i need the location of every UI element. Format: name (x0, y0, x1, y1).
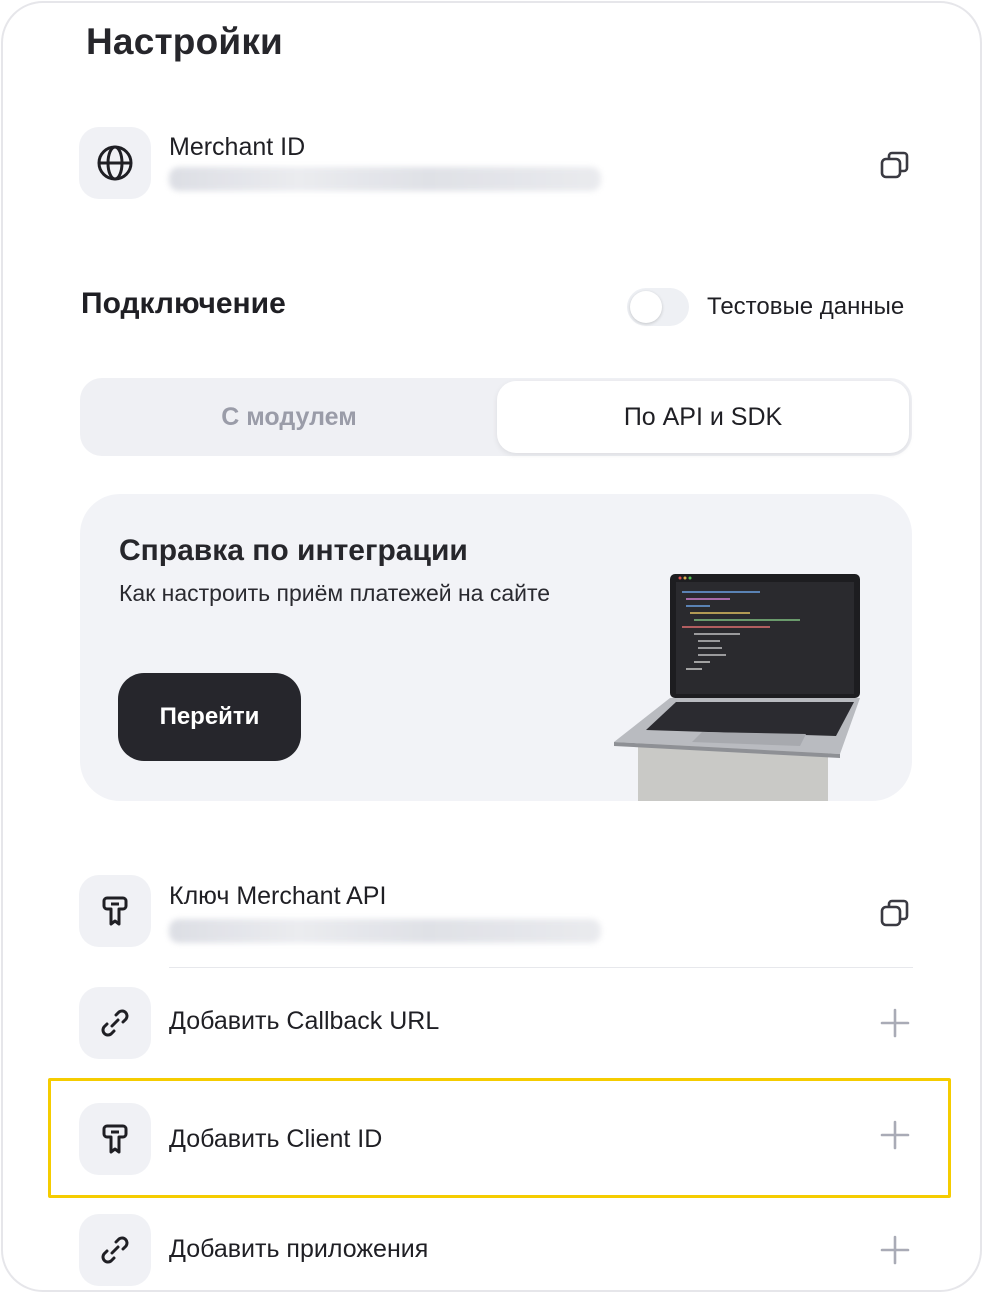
globe-icon (79, 127, 151, 199)
integration-help-card: Справка по интеграции Как настроить приё… (80, 494, 912, 801)
test-data-toggle[interactable] (627, 288, 689, 326)
divider (169, 967, 913, 968)
add-client-id-row[interactable]: Добавить Client ID (79, 1103, 913, 1175)
settings-panel: Настройки Merchant ID Подключение Тестов… (1, 1, 982, 1292)
add-callback-url-row[interactable]: Добавить Callback URL (79, 987, 913, 1059)
connection-tabs: С модулем По API и SDK (80, 378, 912, 456)
merchant-id-row: Merchant ID (79, 127, 913, 199)
add-client-id-label: Добавить Client ID (169, 1125, 383, 1153)
go-button[interactable]: Перейти (118, 673, 301, 761)
merchant-api-key-label: Ключ Merchant API (169, 882, 387, 910)
tab-api-sdk[interactable]: По API и SDK (497, 381, 909, 453)
link-icon (79, 987, 151, 1059)
link-icon (79, 1214, 151, 1286)
key-icon (79, 1103, 151, 1175)
connection-title: Подключение (81, 287, 286, 320)
merchant-id-label: Merchant ID (169, 133, 306, 161)
plus-icon[interactable] (877, 1117, 913, 1153)
help-card-title: Справка по интеграции (119, 534, 468, 567)
copy-icon[interactable] (877, 895, 913, 931)
tab-module[interactable]: С модулем (83, 381, 495, 453)
plus-icon[interactable] (877, 1005, 913, 1041)
plus-icon[interactable] (877, 1232, 913, 1268)
merchant-api-key-row: Ключ Merchant API (79, 875, 913, 947)
add-callback-url-label: Добавить Callback URL (169, 1007, 440, 1035)
merchant-api-key-value-hidden (169, 919, 601, 943)
add-apps-label: Добавить приложения (169, 1235, 429, 1263)
test-data-toggle-group: Тестовые данные (627, 287, 904, 327)
add-apps-row[interactable]: Добавить приложения (79, 1214, 913, 1286)
merchant-id-value-hidden (169, 167, 601, 191)
laptop-illustration (614, 574, 860, 801)
copy-icon[interactable] (877, 147, 913, 183)
page-title: Настройки (86, 21, 284, 62)
help-card-subtitle: Как настроить приём платежей на сайте (119, 580, 551, 606)
test-data-label: Тестовые данные (707, 293, 905, 320)
toggle-knob (630, 291, 662, 323)
key-icon (79, 875, 151, 947)
